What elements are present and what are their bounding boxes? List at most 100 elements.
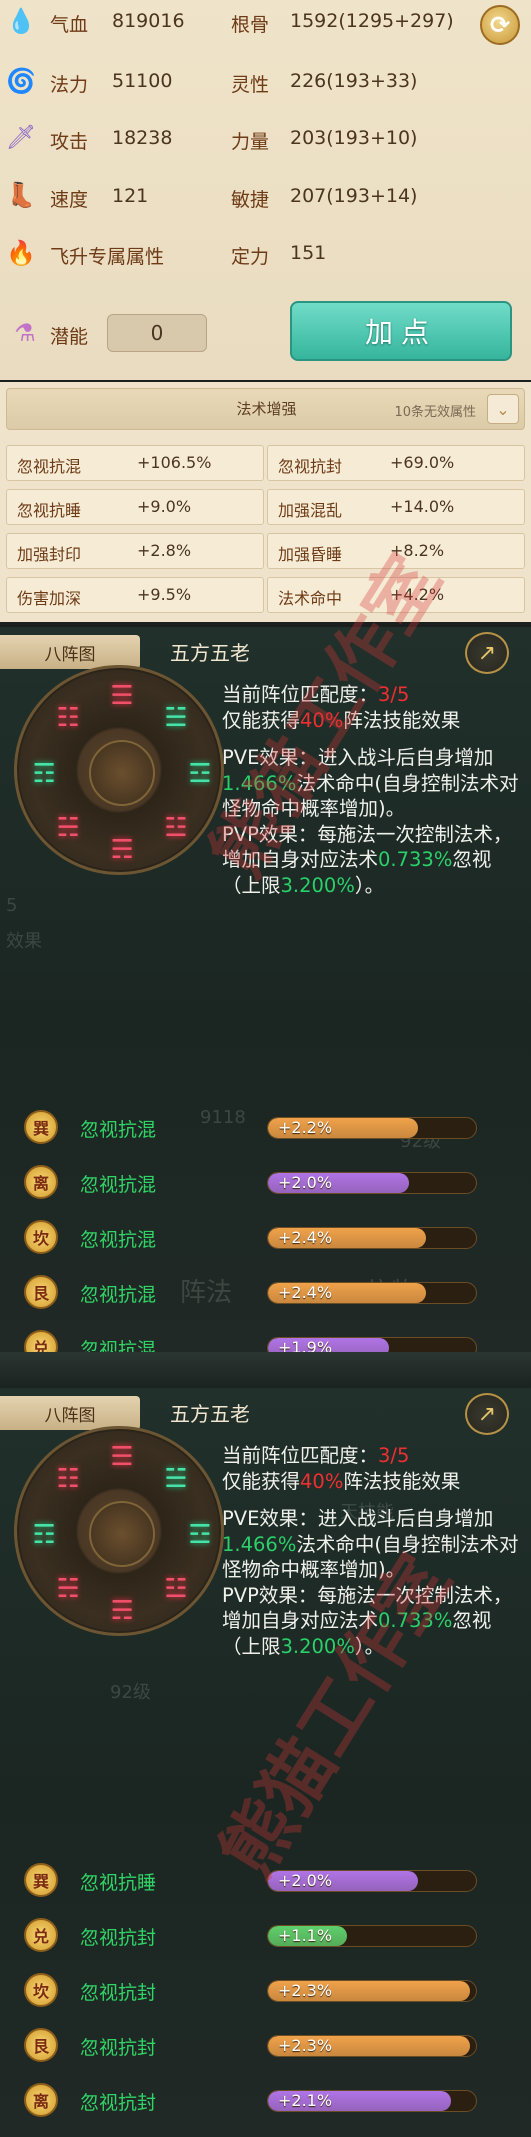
flame-icon: 🔥 — [6, 239, 36, 267]
bonus-bar: +2.0% — [267, 1870, 477, 1892]
background-text: 9118 — [200, 1107, 246, 1128]
formation-description: 当前阵位匹配度：3/5 仅能获得40%阵法技能效果 PVE效果：进入战斗后自身增… — [222, 1443, 527, 1659]
bonus-text: +2.4% — [278, 1283, 333, 1302]
focus-label: 定力 — [231, 246, 270, 268]
background-text: 效果 — [6, 931, 42, 952]
background-text: 5 — [6, 895, 18, 916]
bonus-text: +1.1% — [278, 1926, 333, 1945]
row-name: 忽视抗睡 — [80, 1872, 157, 1894]
match-value: 3/5 — [378, 683, 410, 706]
magic-cell: 忽视抗封 +69.0% — [267, 445, 525, 481]
formation-description: 当前阵位匹配度：3/5 仅能获得40%阵法技能效果 PVE效果：进入战斗后自身增… — [222, 682, 527, 898]
trigram-icon: ☲ — [188, 759, 212, 789]
share-icon[interactable]: ↗ — [465, 632, 509, 674]
bonus-bar: +2.3% — [267, 2035, 477, 2057]
attr-value: 207(193+14) — [290, 185, 418, 207]
formation-wheel: ☰ ☱ ☲ ☳ ☴ ☵ ☶ ☷ — [14, 665, 224, 875]
row-name: 忽视抗混 — [80, 1229, 157, 1251]
pvp-pct: 0.733% — [378, 1609, 453, 1632]
attr-label: 敏捷 — [231, 189, 270, 211]
gua-icon: 离 — [24, 1165, 58, 1199]
bonus-bar: +2.4% — [267, 1282, 477, 1304]
row-name: 忽视抗混 — [80, 1174, 157, 1196]
gua-icon: 坎 — [24, 1220, 58, 1254]
ascend-label: 飞升专属属性 — [50, 246, 165, 268]
row-name: 忽视抗封 — [80, 1982, 157, 2004]
bonus-text: +2.3% — [278, 2036, 333, 2055]
gua-icon: 兑 — [24, 1918, 58, 1952]
attr-value: 226(193+33) — [290, 70, 418, 92]
attr-label: 力量 — [231, 131, 270, 153]
attribute-panel: 💧 气血 819016 根骨 1592(1295+297) ⟳ 🌀 法力 511… — [0, 0, 531, 380]
trigram-icon: ☷ — [56, 703, 80, 733]
bonus-text: +2.0% — [278, 1173, 333, 1192]
bonus-bar: +2.4% — [267, 1227, 477, 1249]
partial-pct: 40% — [300, 708, 344, 732]
row-name: 忽视抗封 — [80, 1927, 157, 1949]
row-name: 忽视抗混 — [80, 1119, 157, 1141]
pvp-text: ）。 — [354, 873, 385, 897]
chevron-down-icon[interactable]: ⌄ — [487, 394, 519, 424]
attr-label: 攻击 — [50, 131, 89, 153]
magic-value: +106.5% — [137, 453, 212, 472]
wheel-hub — [89, 1501, 155, 1567]
attr-label: 灵性 — [231, 74, 270, 96]
trigram-icon: ☱ — [164, 703, 188, 733]
magic-name: 加强封印 — [17, 545, 82, 564]
bonus-bar: +2.1% — [267, 2090, 477, 2112]
pvp-cap: 3.200% — [280, 1634, 355, 1658]
focus-value: 151 — [290, 242, 327, 264]
trigram-icon: ☵ — [56, 1574, 80, 1604]
trigram-icon: ☵ — [56, 813, 80, 843]
trigram-icon: ☷ — [56, 1464, 80, 1494]
partial-text: 仅能获得 — [222, 1469, 301, 1493]
magic-name: 加强昏睡 — [278, 545, 343, 564]
gua-icon: 兑 — [24, 1330, 58, 1352]
attr-value: 51100 — [112, 70, 173, 92]
pvp-pct: 0.733% — [378, 848, 453, 871]
add-points-button[interactable]: 加点 — [290, 301, 512, 361]
row-name: 忽视抗混 — [80, 1339, 157, 1352]
attr-label: 根骨 — [231, 14, 270, 36]
pvp-text: ）。 — [354, 1634, 385, 1658]
match-label: 当前阵位匹配度： — [222, 683, 379, 706]
divider — [0, 1352, 531, 1388]
row-name: 忽视抗混 — [80, 1284, 157, 1306]
formation-name: 五方五老 — [170, 1402, 250, 1426]
bonus-bar: +1.9% — [267, 1337, 477, 1352]
refresh-icon[interactable]: ⟳ — [480, 5, 520, 45]
trigram-icon: ☳ — [164, 813, 188, 843]
bonus-text: +2.1% — [278, 2091, 333, 2110]
formation-panel: 5 效果 9118 92级 阵法 信物 八阵图 五方五老 ↗ ☰ ☱ ☲ ☳ ☴… — [0, 627, 531, 1352]
tab-bazhentu[interactable]: 八阵图 — [0, 1396, 140, 1430]
attr-value: 819016 — [112, 10, 185, 32]
attr-value: 203(193+10) — [290, 127, 418, 149]
bonus-text: +2.4% — [278, 1228, 333, 1247]
tab-bazhentu[interactable]: 八阵图 — [0, 635, 140, 669]
background-text: 92级 — [110, 1682, 151, 1703]
share-icon[interactable]: ↗ — [465, 1393, 509, 1435]
magic-enhance-panel: 法术增强 10条无效属性 ⌄ 忽视抗混 +106.5% 忽视抗封 +69.0% 忽视… — [0, 382, 531, 622]
bonus-text: +2.0% — [278, 1871, 333, 1890]
trigram-icon: ☴ — [110, 1596, 134, 1626]
gua-icon: 离 — [24, 2083, 58, 2117]
attr-label: 气血 — [50, 14, 89, 36]
magic-value: +4.2% — [390, 585, 445, 604]
formation-name: 五方五老 — [170, 641, 250, 665]
magic-cell: 法术命中 +4.2% — [267, 577, 525, 613]
row-name: 忽视抗封 — [80, 2037, 157, 2059]
magic-cell: 加强昏睡 +8.2% — [267, 533, 525, 569]
magic-cell: 忽视抗混 +106.5% — [6, 445, 264, 481]
invalid-count: 10条无效属性 — [394, 405, 476, 420]
magic-value: +9.5% — [137, 585, 192, 604]
boot-icon: 👢 — [6, 181, 36, 209]
row-name: 忽视抗封 — [80, 2092, 157, 2114]
magic-cell: 忽视抗睡 +9.0% — [6, 489, 264, 525]
trigram-icon: ☰ — [110, 681, 134, 711]
magic-value: +69.0% — [390, 453, 455, 472]
magic-name: 伤害加深 — [17, 589, 82, 608]
screen: { "attributes": { "rows": [ {"icon":"blo… — [0, 0, 531, 2137]
potential-field: 0 — [107, 314, 207, 352]
gua-icon: 巽 — [24, 1110, 58, 1144]
trigram-icon: ☴ — [110, 835, 134, 865]
